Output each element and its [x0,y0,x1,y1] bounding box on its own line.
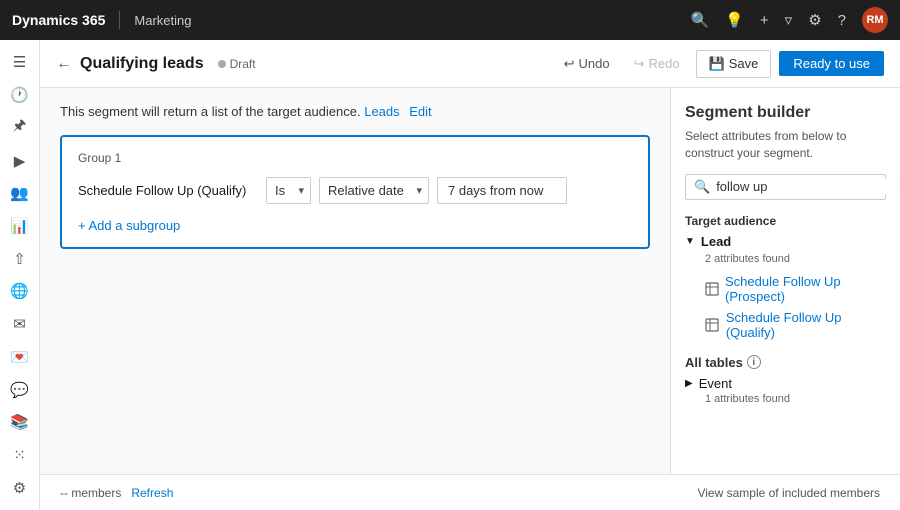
sidebar: ☰ 🕐 🖈 ▶ 👥 📊 ⇧ 🌐 ✉ 💌 💬 📚 ⁙ ⚙ [0,40,40,510]
header-actions: ↩ Undo ↪ Redo 💾 Save Ready to use [556,50,884,78]
right-panel: Segment builder Select attributes from b… [670,88,900,474]
chevron-right-icon: ▶ [685,378,693,389]
attr-item-prospect[interactable]: Schedule Follow Up (Prospect) [685,271,886,307]
type-dropdown[interactable]: Relative date [319,177,429,204]
add-subgroup-button[interactable]: + Add a subgroup [78,218,632,233]
condition-value[interactable]: 7 days from now [437,177,567,204]
undo-icon: ↩ [564,56,575,72]
sidebar-grid-icon[interactable]: ⁙ [2,441,38,470]
group-label: Group 1 [78,151,632,165]
plus-icon[interactable]: + [760,12,769,29]
condition-attribute: Schedule Follow Up (Qualify) [78,183,258,198]
page-body: This segment will return a list of the t… [40,88,900,474]
all-tables-section: All tables i ▶ Event 1 attributes found [685,355,886,405]
target-audience-label: Target audience [685,214,886,228]
lightbulb-icon[interactable]: 💡 [725,11,744,29]
top-nav-icons: 🔍 💡 + ▿ ⚙ ? RM [691,7,888,33]
operator-dropdown-wrapper: Is [266,177,311,204]
leads-link[interactable]: Leads [364,104,399,119]
operator-dropdown[interactable]: Is [266,177,311,204]
app-title: Dynamics 365 [12,12,105,28]
nav-divider [119,11,120,29]
panel-title: Segment builder [685,104,886,122]
all-tables-label: All tables i [685,355,886,370]
sidebar-people-icon[interactable]: 👥 [2,179,38,208]
condition-row: Schedule Follow Up (Qualify) Is Relative… [78,177,632,204]
event-section: ▶ Event 1 attributes found [685,376,886,405]
sidebar-pin-icon[interactable]: 🖈 [2,113,38,142]
back-button[interactable]: ← [56,55,72,73]
event-section-header[interactable]: ▶ Event [685,376,886,391]
view-sample-link[interactable]: View sample of included members [697,486,880,500]
sub-header: ← Qualifying leads Draft ↩ Undo ↪ Redo 💾… [40,40,900,88]
draft-badge: Draft [218,57,256,71]
sidebar-chat-icon[interactable]: 💬 [2,375,38,404]
event-attr-count: 1 attributes found [705,393,886,405]
filter-icon[interactable]: ▿ [785,11,793,29]
user-avatar[interactable]: RM [862,7,888,33]
attr-item-qualify[interactable]: Schedule Follow Up (Qualify) [685,307,886,343]
sidebar-email-icon[interactable]: 💌 [2,342,38,371]
sidebar-chart-icon[interactable]: 📊 [2,212,38,241]
sidebar-arrowup-icon[interactable]: ⇧ [2,244,38,273]
search-input[interactable] [716,179,892,194]
top-navigation: Dynamics 365 Marketing 🔍 💡 + ▿ ⚙ ? RM [0,0,900,40]
sidebar-menu-icon[interactable]: ☰ [2,48,38,77]
undo-button[interactable]: ↩ Undo [556,52,618,76]
group-box: Group 1 Schedule Follow Up (Qualify) Is … [60,135,650,249]
attr-table-icon-qualify [705,317,720,333]
save-button[interactable]: 💾 Save [696,50,772,78]
redo-button[interactable]: ↪ Redo [626,52,688,76]
chevron-down-icon: ▼ [685,236,695,247]
content-area: ← Qualifying leads Draft ↩ Undo ↪ Redo 💾… [40,40,900,510]
refresh-link[interactable]: Refresh [131,486,173,500]
search-box: 🔍 ✕ [685,174,886,200]
panel-subtitle: Select attributes from below to construc… [685,128,886,162]
sidebar-cog-icon[interactable]: ⚙ [2,473,38,502]
help-icon[interactable]: ? [838,12,846,29]
sidebar-recent-icon[interactable]: 🕐 [2,81,38,110]
all-tables-info-icon[interactable]: i [747,355,761,369]
edit-link[interactable]: Edit [409,104,431,119]
redo-icon: ↪ [634,56,645,72]
lead-section-header[interactable]: ▼ Lead [685,234,886,249]
attr-table-icon-prospect [705,281,719,297]
info-bar: This segment will return a list of the t… [60,104,650,119]
app-module: Marketing [134,13,191,28]
ready-to-use-button[interactable]: Ready to use [779,51,884,76]
sidebar-play-icon[interactable]: ▶ [2,146,38,175]
save-icon: 💾 [709,56,725,72]
lead-attr-count: 2 attributes found [705,253,886,265]
settings-icon[interactable]: ⚙ [808,11,821,29]
bottom-bar: -- members Refresh View sample of includ… [40,474,900,510]
page-title: Qualifying leads [80,55,204,73]
sidebar-globe-icon[interactable]: 🌐 [2,277,38,306]
sidebar-book-icon[interactable]: 📚 [2,408,38,437]
search-icon: 🔍 [694,179,710,195]
sidebar-mail-icon[interactable]: ✉ [2,310,38,339]
members-text: -- members [60,486,121,500]
type-dropdown-wrapper: Relative date [319,177,429,204]
search-icon[interactable]: 🔍 [691,11,710,29]
draft-dot [218,60,226,68]
main-layout: ☰ 🕐 🖈 ▶ 👥 📊 ⇧ 🌐 ✉ 💌 💬 📚 ⁙ ⚙ ← Qualifying… [0,40,900,510]
segment-editor: This segment will return a list of the t… [40,88,670,474]
